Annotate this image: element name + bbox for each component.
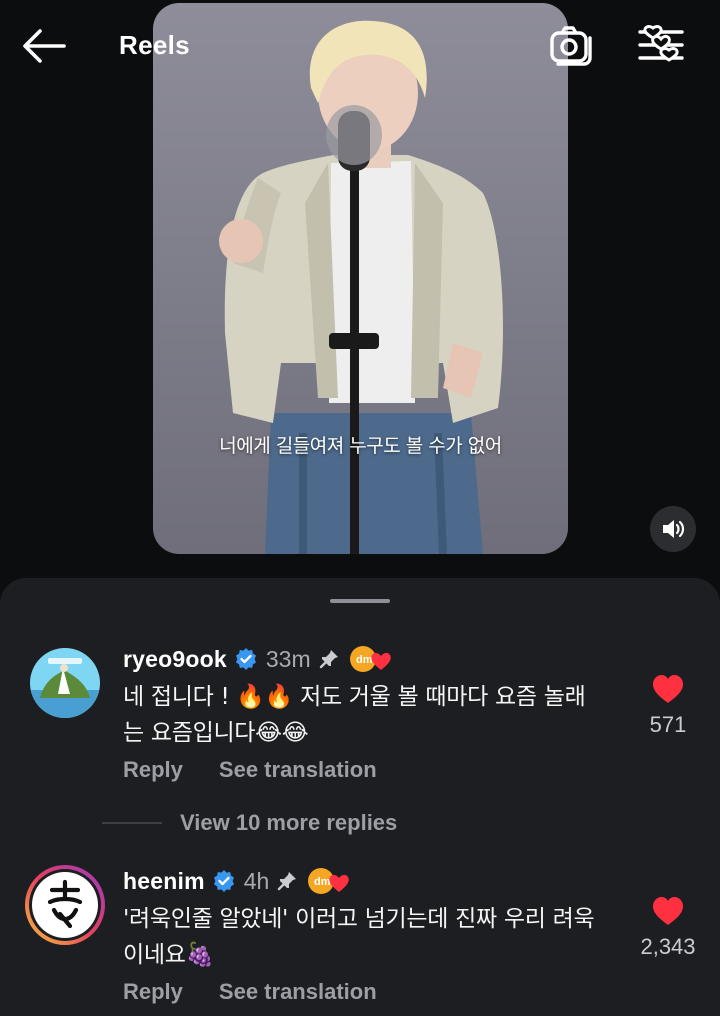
like-button[interactable]: 571 (628, 674, 708, 738)
creator-liked-badge: dm (306, 866, 350, 896)
like-button[interactable]: 2,343 (628, 896, 708, 960)
reply-button[interactable]: Reply (123, 979, 183, 1005)
avatar[interactable] (24, 864, 106, 946)
comment-username[interactable]: heenim (123, 868, 205, 895)
speaker-icon (663, 520, 685, 538)
comment-meta: ryeo9ook 33m dm (123, 644, 392, 674)
back-button[interactable] (20, 26, 68, 66)
filter-button[interactable] (636, 22, 686, 68)
comments-sheet: ryeo9ook 33m dm 네 접니다 ! 🔥🔥 저도 거울 볼 때마다 요… (0, 578, 720, 1016)
avatar[interactable] (30, 648, 100, 718)
volume-button[interactable] (650, 506, 696, 552)
heart-icon (653, 675, 683, 703)
comment-meta: heenim 4h dm (123, 866, 350, 896)
reply-button[interactable]: Reply (123, 757, 183, 783)
svg-text:dm: dm (356, 654, 373, 666)
heart-icon (653, 897, 683, 925)
comment-time: 33m (265, 645, 311, 672)
comment-text: '려욱인줄 알았네' 이러고 넘기는데 진짜 우리 려욱이네요🍇 (123, 906, 595, 968)
filter-sliders-icon (638, 25, 684, 62)
top-bar: Reels (0, 0, 720, 92)
pin-icon (278, 872, 297, 891)
creator-heart-icon: dm (308, 868, 350, 894)
like-count: 571 (649, 712, 687, 737)
comment-actions: Reply See translation (123, 757, 377, 783)
verified-badge-icon (235, 648, 256, 670)
pin-icon (319, 650, 338, 669)
divider (102, 822, 162, 824)
comment-username[interactable]: ryeo9ook (123, 646, 227, 673)
camera-button[interactable] (548, 24, 594, 68)
view-more-replies-label: View 10 more replies (180, 810, 398, 835)
comment-text: 네 접니다 ! 🔥🔥 저도 거울 볼 때마다 요즘 놀래는 요즘입니다😂😂 (123, 684, 586, 746)
comment-actions: Reply See translation (123, 979, 377, 1005)
avatar-image (25, 865, 105, 945)
comment-time: 4h (243, 867, 270, 894)
page-title: Reels (119, 30, 190, 60)
reel-caption: 너에게 길들여져 누구도 볼 수가 없어 (219, 435, 502, 457)
avatar-image (30, 648, 100, 718)
creator-heart-icon: dm (349, 646, 391, 672)
see-translation-button[interactable]: See translation (219, 757, 377, 783)
svg-text:dm: dm (314, 876, 331, 888)
arrow-left-icon (23, 29, 66, 63)
creator-liked-badge: dm (348, 644, 392, 674)
view-more-replies[interactable]: View 10 more replies (102, 810, 397, 836)
like-count: 2,343 (640, 934, 696, 959)
verified-badge-icon (213, 870, 234, 892)
see-translation-button[interactable]: See translation (219, 979, 377, 1005)
sheet-drag-handle[interactable] (330, 599, 390, 603)
camera-icon (550, 26, 592, 66)
